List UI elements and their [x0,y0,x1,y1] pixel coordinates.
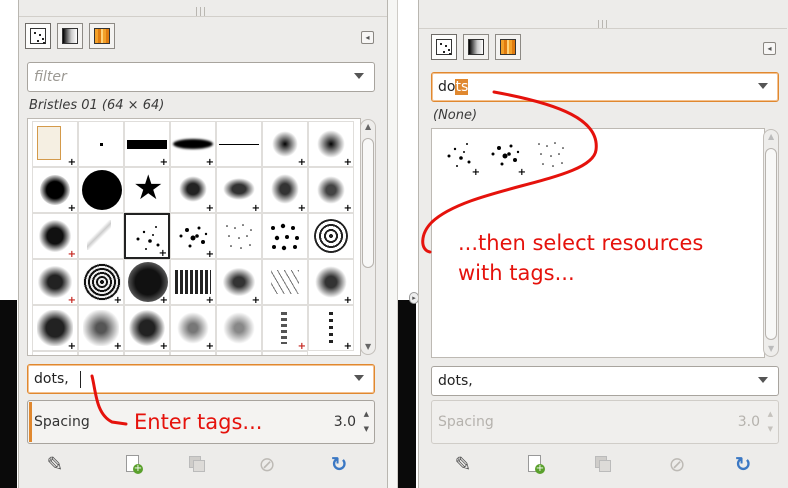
select-arrow [421,90,598,254]
select-resources-annotation-line2: with tags... [458,261,575,285]
select-resources-annotation-line1: ...then select resources [458,231,704,255]
enter-tags-arrow [90,374,128,426]
enter-tags-annotation: Enter tags... [134,410,263,434]
